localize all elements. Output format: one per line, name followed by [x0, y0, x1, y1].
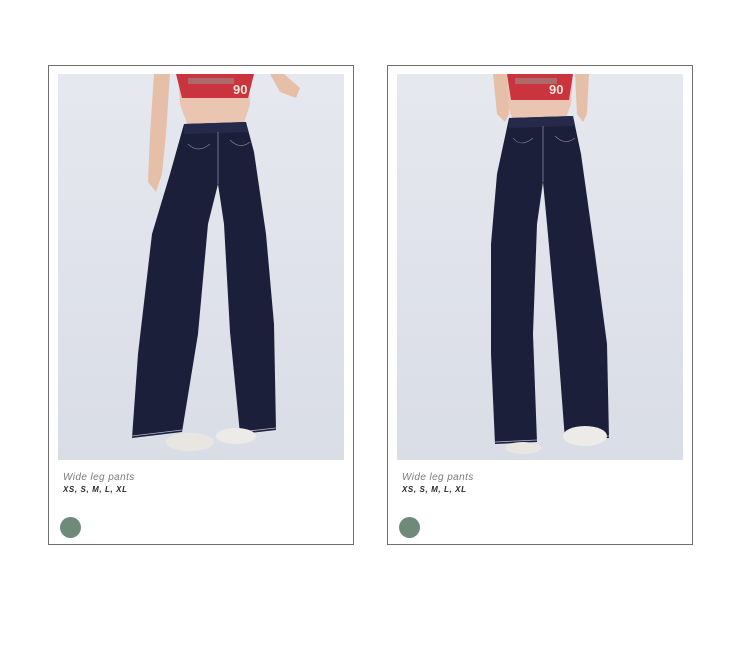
top-print-text: 90: [549, 82, 563, 97]
product-caption: Wide leg pants: [402, 472, 474, 483]
product-sizes: XS, S, M, L, XL: [402, 485, 467, 494]
color-swatch[interactable]: [60, 517, 81, 538]
model-wide-leg-jeans-image: 90: [491, 74, 610, 454]
color-swatch[interactable]: [399, 517, 420, 538]
product-card[interactable]: 90 Wide leg pants XS, S, M, L, XL: [48, 65, 354, 545]
product-sizes: XS, S, M, L, XL: [63, 485, 128, 494]
product-photo[interactable]: 90: [397, 74, 683, 460]
product-caption: Wide leg pants: [63, 472, 135, 483]
product-card[interactable]: 90 Wide leg pants XS, S, M, L, XL: [387, 65, 693, 545]
model-wide-leg-jeans-image: 90: [131, 74, 300, 451]
product-photo[interactable]: 90: [58, 74, 344, 460]
top-print-text: 90: [233, 82, 247, 97]
